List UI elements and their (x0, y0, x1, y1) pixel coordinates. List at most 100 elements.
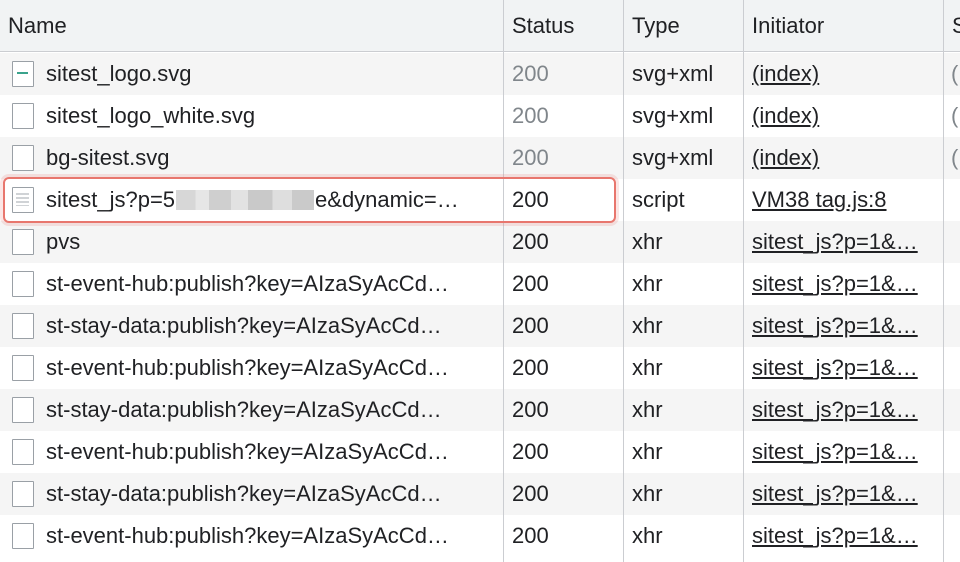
request-status: 200 (512, 103, 549, 128)
request-status: 200 (512, 523, 549, 548)
initiator-link[interactable]: sitest_js?p=1&… (752, 229, 918, 254)
initiator-link[interactable]: (index) (752, 145, 819, 170)
table-row[interactable]: pvs 200 xhr sitest_js?p=1&… (0, 221, 960, 263)
request-initiator: (index) (752, 95, 938, 137)
request-size: ( (951, 103, 959, 128)
request-name[interactable]: sitest_js?p=5 e&dynamic=… (46, 179, 498, 221)
request-type: xhr (632, 523, 663, 548)
request-name[interactable]: st-event-hub:publish?key=AIzaSyAcCd… (46, 515, 498, 557)
file-icon (12, 229, 34, 255)
request-type: svg+xml (632, 103, 714, 128)
request-type: xhr (632, 355, 663, 380)
column-header-size[interactable]: S (944, 0, 960, 52)
request-initiator: sitest_js?p=1&… (752, 305, 938, 347)
table-row[interactable]: st-stay-data:publish?key=AIzaSyAcCd… 200 x… (0, 389, 960, 431)
request-name[interactable]: sitest_logo_white.svg (46, 95, 498, 137)
request-name[interactable]: st-stay-data:publish?key=AIzaSyAcCd… (46, 473, 498, 515)
file-icon (12, 145, 34, 171)
request-size (951, 431, 960, 473)
request-status: 200 (512, 397, 549, 422)
request-initiator: (index) (752, 53, 938, 95)
request-name-suffix: e&dynamic=… (315, 187, 459, 212)
request-initiator: sitest_js?p=1&… (752, 221, 938, 263)
request-name[interactable]: st-event-hub:publish?key=AIzaSyAcCd… (46, 431, 498, 473)
request-size: ( (951, 61, 959, 86)
request-status: 200 (512, 145, 549, 170)
request-status: 200 (512, 355, 549, 380)
file-icon (12, 439, 34, 465)
file-icon (12, 271, 34, 297)
request-initiator: sitest_js?p=1&… (752, 389, 938, 431)
request-name-prefix: sitest_js?p=5 (46, 187, 176, 212)
initiator-link[interactable]: VM38 tag.js:8 (752, 187, 887, 212)
table-row[interactable]: sitest_logo.svg 200 svg+xml (index) ( (0, 53, 960, 95)
initiator-link[interactable]: sitest_js?p=1&… (752, 439, 918, 464)
table-row[interactable]: sitest_js?p=5 e&dynamic=… 200 script VM38 ta… (0, 179, 960, 221)
table-row[interactable]: bg-sitest.svg 200 svg+xml (index) ( (0, 137, 960, 179)
file-icon (12, 313, 34, 339)
request-size (951, 347, 960, 389)
request-type: xhr (632, 229, 663, 254)
initiator-link[interactable]: sitest_js?p=1&… (752, 271, 918, 296)
request-name[interactable]: pvs (46, 221, 498, 263)
request-size (951, 389, 960, 431)
file-icon (12, 103, 34, 129)
initiator-link[interactable]: sitest_js?p=1&… (752, 523, 918, 548)
request-type: svg+xml (632, 145, 714, 170)
column-divider[interactable] (623, 0, 624, 562)
request-initiator: sitest_js?p=1&… (752, 347, 938, 389)
column-divider[interactable] (943, 0, 944, 562)
request-type: xhr (632, 313, 663, 338)
request-size (951, 305, 960, 347)
request-type: script (632, 187, 685, 212)
request-size (951, 515, 960, 557)
request-name[interactable]: st-event-hub:publish?key=AIzaSyAcCd… (46, 347, 498, 389)
request-name[interactable]: st-event-hub:publish?key=AIzaSyAcCd… (46, 263, 498, 305)
request-status: 200 (512, 229, 549, 254)
file-icon (12, 355, 34, 381)
table-row[interactable]: st-event-hub:publish?key=AIzaSyAcCd… 200 x… (0, 515, 960, 557)
initiator-link[interactable]: sitest_js?p=1&… (752, 481, 918, 506)
request-initiator: VM38 tag.js:8 (752, 179, 938, 221)
column-header-status[interactable]: Status (504, 0, 623, 52)
column-header-type[interactable]: Type (624, 0, 743, 52)
table-row[interactable]: st-event-hub:publish?key=AIzaSyAcCd… 200 x… (0, 347, 960, 389)
table-row[interactable]: st-stay-data:publish?key=AIzaSyAcCd… 200 x… (0, 473, 960, 515)
request-type: xhr (632, 397, 663, 422)
table-row[interactable]: st-event-hub:publish?key=AIzaSyAcCd… 200 x… (0, 263, 960, 305)
column-header-name[interactable]: Name (0, 0, 503, 52)
initiator-link[interactable]: sitest_js?p=1&… (752, 313, 918, 338)
table-row[interactable]: st-event-hub:publish?key=AIzaSyAcCd… 200 x… (0, 431, 960, 473)
request-status: 200 (512, 271, 549, 296)
column-divider[interactable] (503, 0, 504, 562)
initiator-link[interactable]: sitest_js?p=1&… (752, 397, 918, 422)
image-file-icon (12, 61, 34, 87)
request-type: xhr (632, 439, 663, 464)
request-status: 200 (512, 481, 549, 506)
request-name[interactable]: st-stay-data:publish?key=AIzaSyAcCd… (46, 305, 498, 347)
network-request-table: Name Status Type Initiator S sitest_logo… (0, 0, 960, 562)
request-initiator: sitest_js?p=1&… (752, 431, 938, 473)
request-size: ( (951, 145, 959, 170)
request-name[interactable]: st-stay-data:publish?key=AIzaSyAcCd… (46, 389, 498, 431)
initiator-link[interactable]: (index) (752, 61, 819, 86)
file-icon (12, 397, 34, 423)
request-size (951, 263, 960, 305)
request-name[interactable]: bg-sitest.svg (46, 137, 498, 179)
request-status: 200 (512, 439, 549, 464)
column-divider[interactable] (743, 0, 744, 562)
column-header-initiator[interactable]: Initiator (744, 0, 943, 52)
request-type: svg+xml (632, 61, 714, 86)
initiator-link[interactable]: sitest_js?p=1&… (752, 355, 918, 380)
request-size (951, 473, 960, 515)
table-row[interactable]: st-stay-data:publish?key=AIzaSyAcCd… 200 x… (0, 305, 960, 347)
script-file-icon (12, 187, 34, 213)
request-type: xhr (632, 481, 663, 506)
initiator-link[interactable]: (index) (752, 103, 819, 128)
table-header: Name Status Type Initiator S (0, 0, 960, 52)
request-initiator: sitest_js?p=1&… (752, 263, 938, 305)
request-type: xhr (632, 271, 663, 296)
table-row[interactable]: sitest_logo_white.svg 200 svg+xml (index) ( (0, 95, 960, 137)
request-initiator: sitest_js?p=1&… (752, 473, 938, 515)
request-name[interactable]: sitest_logo.svg (46, 53, 498, 95)
